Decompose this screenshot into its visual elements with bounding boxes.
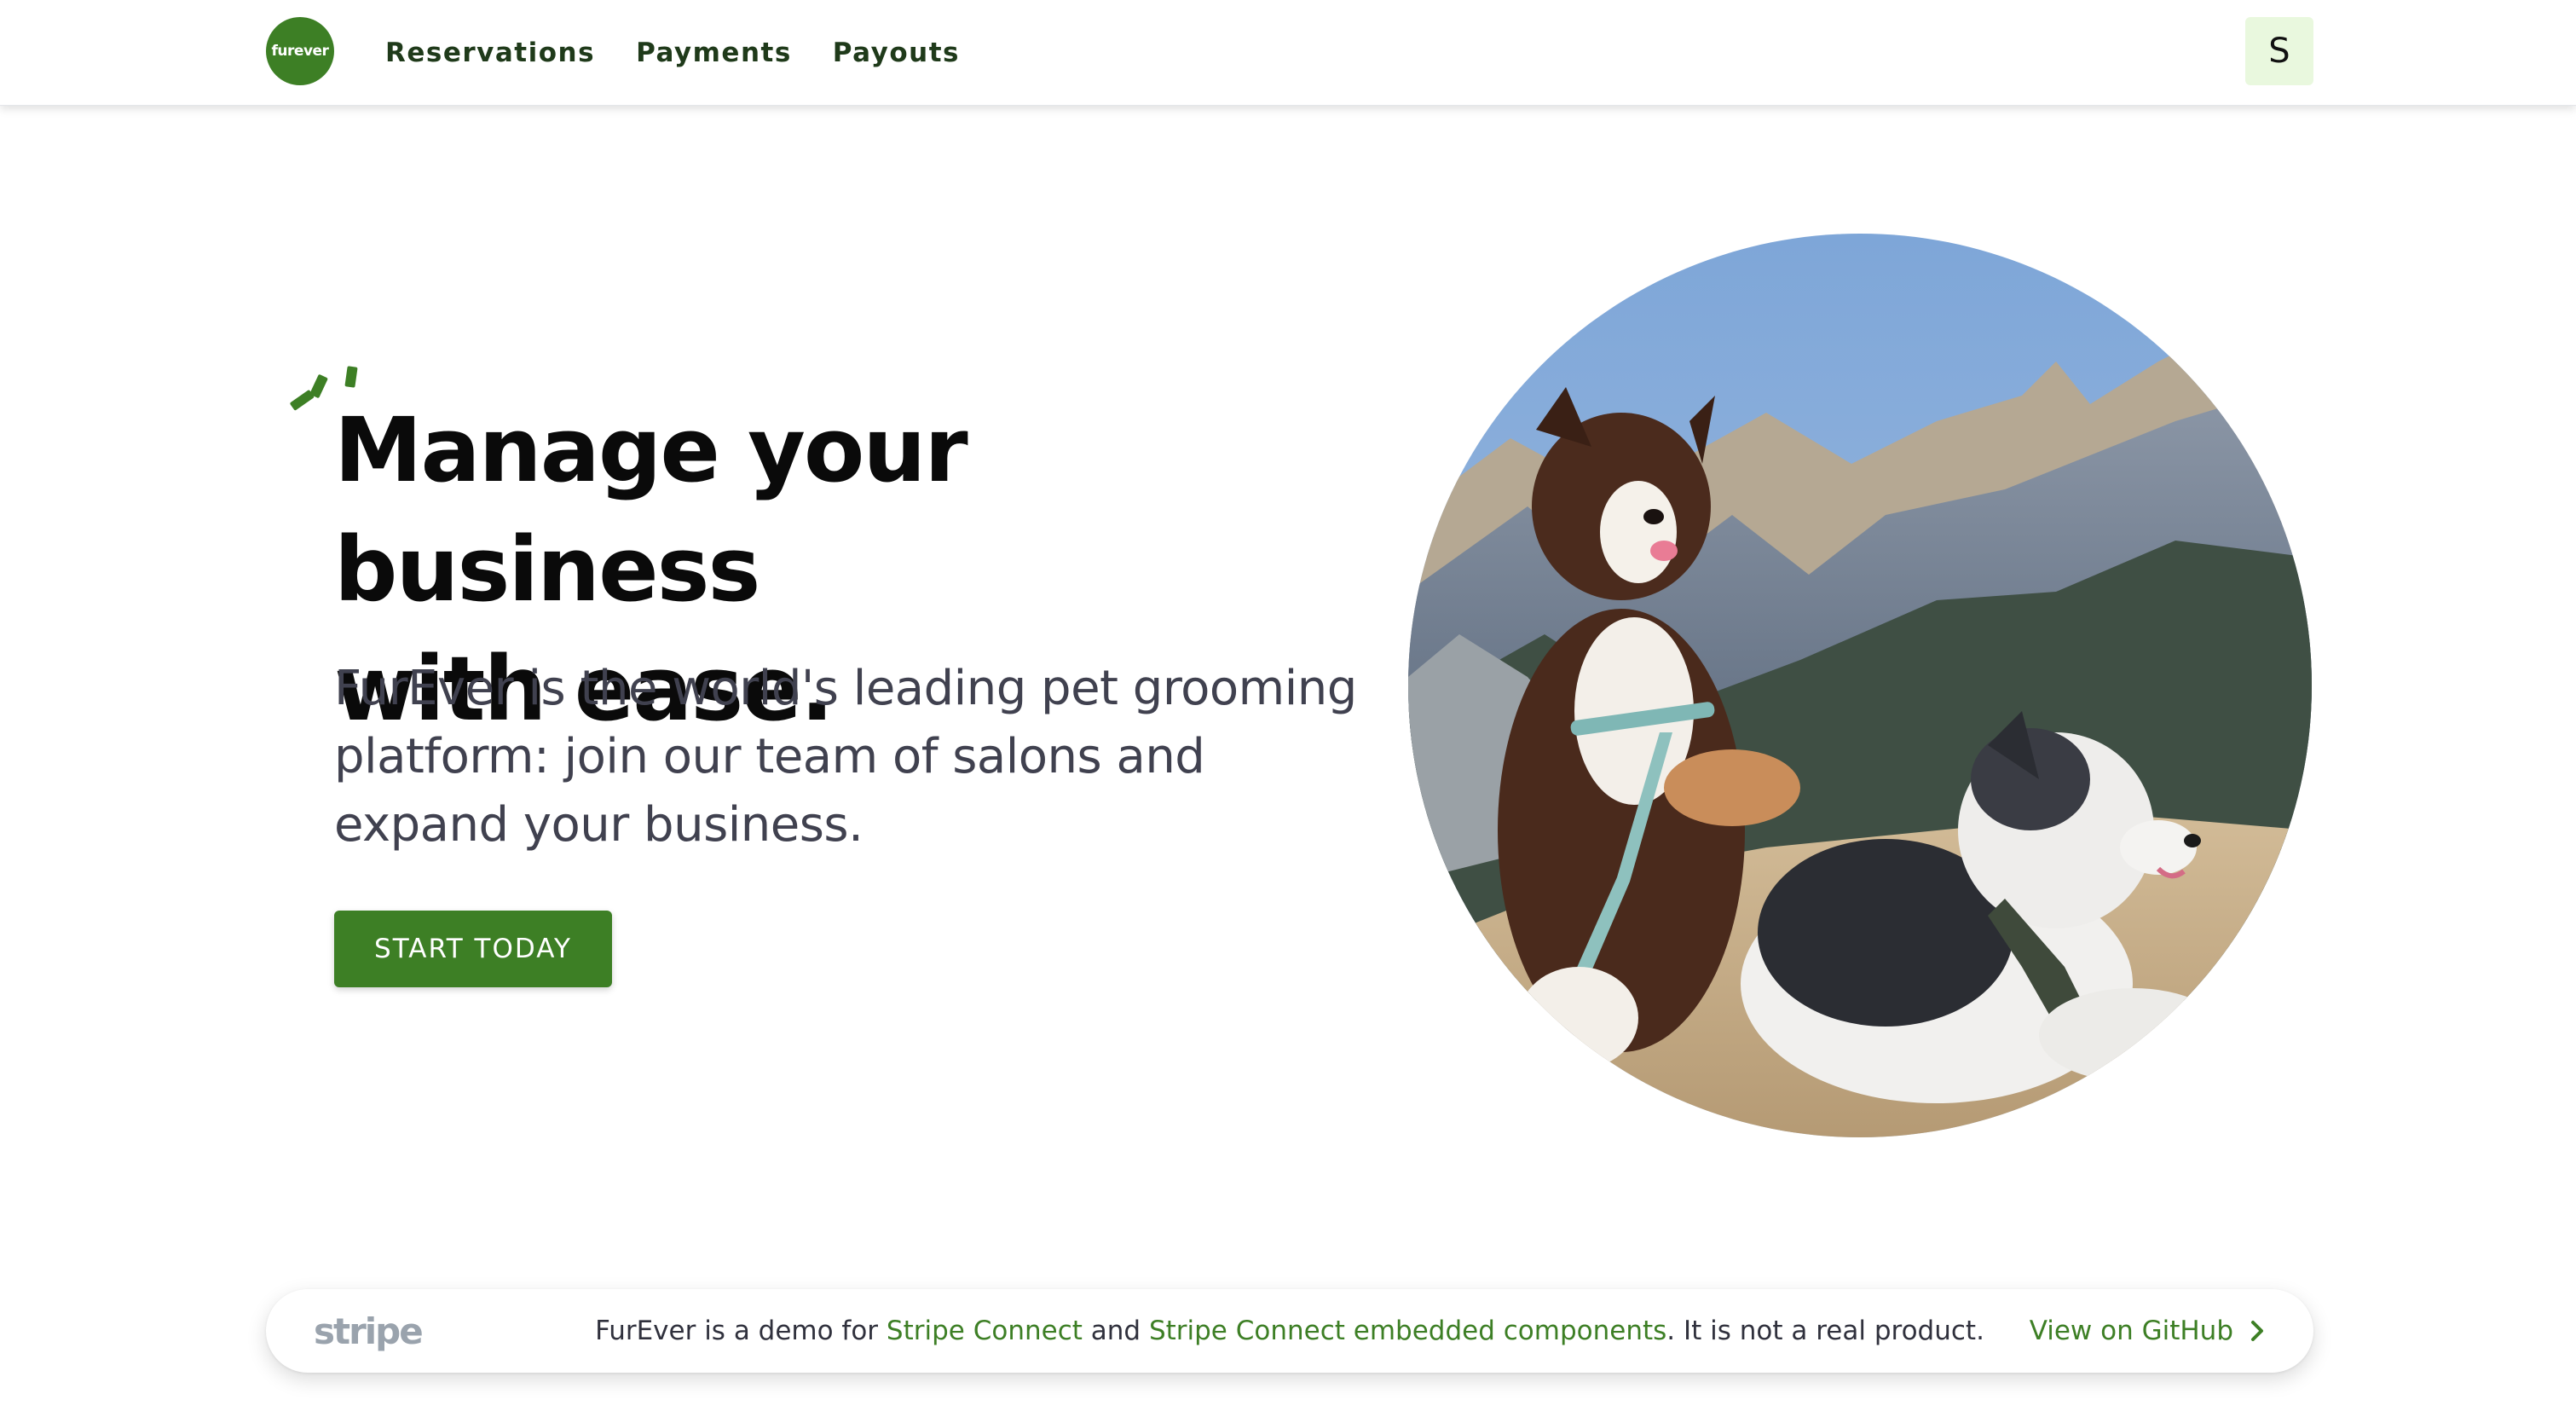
hero-subtitle: FurEver is the world's leading pet groom… <box>334 661 1357 853</box>
banner-text-mid: and <box>1082 1316 1149 1346</box>
furever-logo[interactable]: furever <box>266 17 334 85</box>
stripe-connect-link[interactable]: Stripe Connect <box>887 1316 1083 1346</box>
nav-link-payouts[interactable]: Payouts <box>833 38 960 68</box>
view-on-github-link[interactable]: View on GitHub <box>2030 1289 2266 1373</box>
banner-text-before: FurEver is a demo for <box>595 1316 887 1346</box>
demo-banner: stripe FurEver is a demo for Stripe Conn… <box>266 1289 2313 1373</box>
top-navbar: furever Reservations Payments Payouts S <box>0 0 2576 106</box>
nav-link-payments[interactable]: Payments <box>636 38 792 68</box>
start-today-button[interactable]: START TODAY <box>334 911 612 987</box>
nav-link-reservations[interactable]: Reservations <box>385 38 595 68</box>
main-nav: Reservations Payments Payouts <box>385 0 960 106</box>
banner-message: FurEver is a demo for Stripe Connect and… <box>266 1289 2313 1373</box>
hero-dogs-image <box>1408 234 2312 1137</box>
stripe-logo: stripe <box>314 1310 424 1352</box>
chevron-right-icon <box>2251 1321 2263 1341</box>
hero-title-line-1: Manage your business <box>334 398 968 622</box>
banner-text-after: . It is not a real product. <box>1666 1316 1984 1346</box>
user-avatar-button[interactable]: S <box>2245 17 2313 85</box>
embedded-components-link[interactable]: Stripe Connect embedded components <box>1149 1316 1666 1346</box>
github-link-label: View on GitHub <box>2029 1316 2233 1346</box>
